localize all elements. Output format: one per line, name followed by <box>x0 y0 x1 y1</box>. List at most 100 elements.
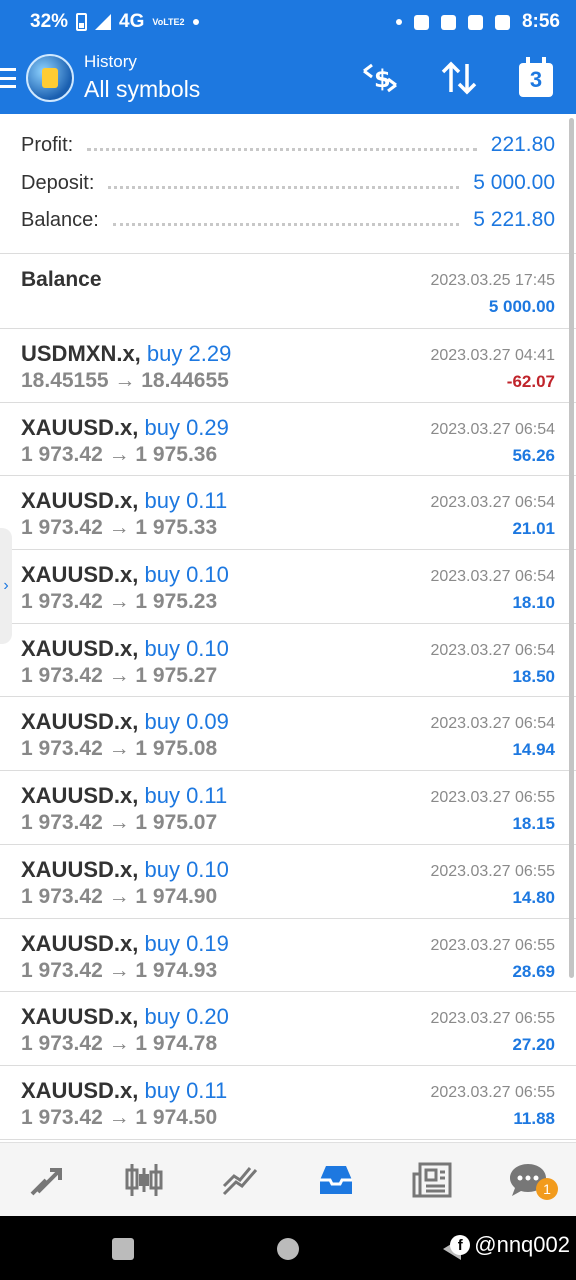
deal-row[interactable]: XAUUSD.x, buy 0.10 1 973.42 → 1 975.23 202… <box>0 550 576 624</box>
deal-title: XAUUSD.x, buy 0.09 <box>21 709 229 735</box>
scrollbar[interactable] <box>569 118 574 978</box>
side-panel-handle[interactable]: › <box>0 528 12 644</box>
deal-row[interactable]: XAUUSD.x, buy 0.10 1 973.42 → 1 975.27 202… <box>0 624 576 698</box>
deal-row[interactable]: XAUUSD.x, buy 0.10 1 973.42 → 1 974.90 202… <box>0 845 576 919</box>
deal-prices: 1 973.42 → 1 974.50 <box>21 1105 218 1129</box>
app-notification-icon <box>413 14 429 30</box>
deal-date: 2023.03.27 06:55 <box>430 1083 555 1101</box>
history-list: Balance 2023.03.25 17:45 5 000.00 USDMXN… <box>0 254 576 1140</box>
leader-dots <box>112 222 460 226</box>
profit-value: 221.80 <box>490 133 555 156</box>
deal-date: 2023.03.27 06:54 <box>430 494 555 512</box>
balance-value: 5 221.80 <box>473 208 555 231</box>
deal-prices: 1 973.42 → 1 975.27 <box>21 663 218 687</box>
app-bar: History All symbols $ 3 <box>0 44 576 114</box>
deal-title: XAUUSD.x, buy 0.19 <box>21 931 229 957</box>
deal-symbol: XAUUSD.x, <box>21 414 139 440</box>
deal-profit: 18.10 <box>512 593 555 613</box>
deal-prices: 1 973.42 → 1 975.36 <box>21 442 218 466</box>
deal-date: 2023.03.27 06:55 <box>430 862 555 880</box>
deal-date: 2023.03.27 06:54 <box>430 641 555 659</box>
operation-date: 2023.03.25 17:45 <box>430 272 555 289</box>
deal-title: USDMXN.x, buy 2.29 <box>21 341 231 367</box>
deal-direction: buy 2.29 <box>146 341 232 366</box>
deal-row[interactable]: XAUUSD.x, buy 0.09 1 973.42 → 1 975.08 202… <box>0 697 576 772</box>
trade-icon <box>30 1167 62 1195</box>
recent-apps-icon[interactable] <box>112 1238 134 1260</box>
deal-date: 2023.03.27 06:55 <box>430 936 555 954</box>
deal-title: XAUUSD.x, buy 0.20 <box>21 1004 229 1030</box>
deal-title: XAUUSD.x, buy 0.11 <box>21 783 227 809</box>
deal-profit: 18.50 <box>512 666 555 686</box>
deal-direction: buy 0.10 <box>144 856 229 882</box>
deal-row[interactable]: XAUUSD.x, buy 0.19 1 973.42 → 1 974.93 202… <box>0 919 576 993</box>
deal-profit: 27.20 <box>512 1035 555 1055</box>
calendar-icon[interactable]: 3 <box>514 56 558 100</box>
deal-title: XAUUSD.x, buy 0.10 <box>21 857 229 883</box>
deal-profit: -62.07 <box>506 372 555 391</box>
balance-operation-row[interactable]: Balance 2023.03.25 17:45 5 000.00 <box>0 254 576 329</box>
home-icon[interactable] <box>277 1238 299 1260</box>
deal-symbol: XAUUSD.x, <box>21 488 139 514</box>
nav-messages[interactable]: 1 <box>480 1143 576 1216</box>
news-icon <box>412 1162 452 1197</box>
deal-direction: buy 0.10 <box>144 562 229 588</box>
deal-date: 2023.03.27 06:54 <box>430 420 555 438</box>
nav-trade-list[interactable] <box>192 1143 288 1216</box>
deal-profit: 11.88 <box>513 1108 555 1128</box>
nav-chart[interactable] <box>96 1143 192 1216</box>
deal-symbol: XAUUSD.x, <box>21 856 139 882</box>
system-navigation-bar: f @nnq002 <box>0 1216 576 1280</box>
app-notification-icon <box>494 14 510 30</box>
battery-icon <box>76 13 88 31</box>
deal-symbol: XAUUSD.x, <box>21 709 139 735</box>
deal-profit: 14.80 <box>512 887 555 907</box>
leader-dots <box>108 185 460 189</box>
deal-direction: buy 0.11 <box>144 1077 228 1103</box>
deal-direction: buy 0.11 <box>144 783 228 809</box>
deal-prices: 18.45155 → 18.44655 <box>21 369 229 392</box>
battery-percent: 32% <box>30 11 69 32</box>
deal-prices: 1 973.42 → 1 974.90 <box>21 884 218 908</box>
sort-icon[interactable] <box>437 56 481 100</box>
deal-profit: 18.15 <box>512 814 555 834</box>
deal-title: XAUUSD.x, buy 0.11 <box>21 1078 227 1104</box>
nav-trade[interactable] <box>0 1143 96 1216</box>
history-inbox-icon <box>320 1165 352 1194</box>
deal-row[interactable]: XAUUSD.x, buy 0.29 1 973.42 → 1 975.36 202… <box>0 403 576 477</box>
app-bar-titles[interactable]: History All symbols <box>84 52 200 103</box>
deal-row[interactable]: XAUUSD.x, buy 0.11 1 973.42 → 1 974.50 202… <box>0 1066 576 1140</box>
facebook-icon: f <box>450 1235 471 1255</box>
deal-direction: buy 0.29 <box>144 414 229 440</box>
notification-dot-icon <box>192 19 199 25</box>
deal-direction: buy 0.20 <box>144 1004 229 1030</box>
deal-symbol: XAUUSD.x, <box>21 1004 139 1030</box>
deal-row[interactable]: XAUUSD.x, buy 0.20 1 973.42 → 1 974.78 202… <box>0 992 576 1066</box>
deal-profit: 21.01 <box>512 519 555 539</box>
deal-profit: 28.69 <box>512 961 555 981</box>
deal-row[interactable]: XAUUSD.x, buy 0.11 1 973.42 → 1 975.07 202… <box>0 771 576 845</box>
facebook-notification-icon <box>467 14 483 30</box>
summary-panel: Profit: 221.80 Deposit: 5 000.00 Balance… <box>0 114 576 254</box>
currency-sort-icon[interactable]: $ <box>358 56 402 100</box>
nav-news[interactable] <box>384 1143 480 1216</box>
deal-row[interactable]: USDMXN.x, buy 2.29 18.45155 → 18.44655 202… <box>0 329 576 403</box>
chevron-right-icon: › <box>3 577 9 594</box>
nav-history[interactable] <box>288 1143 384 1216</box>
deal-symbol: XAUUSD.x, <box>21 562 139 588</box>
deal-row[interactable]: XAUUSD.x, buy 0.11 1 973.42 → 1 975.33 202… <box>0 476 576 551</box>
watermark: f @nnq002 <box>450 1232 570 1258</box>
deal-prices: 1 973.42 → 1 974.93 <box>21 958 218 982</box>
deal-prices: 1 973.42 → 1 975.08 <box>21 737 218 761</box>
menu-icon[interactable] <box>0 68 16 88</box>
deal-date: 2023.03.27 06:54 <box>430 568 555 586</box>
deal-symbol: XAUUSD.x, <box>21 1077 139 1103</box>
deal-title: XAUUSD.x, buy 0.10 <box>21 562 229 588</box>
deal-symbol: XAUUSD.x, <box>21 930 139 956</box>
balance-label: Balance: <box>21 208 99 231</box>
deal-date: 2023.03.27 06:55 <box>430 789 555 807</box>
deal-prices: 1 973.42 → 1 974.78 <box>21 1032 218 1056</box>
leader-dots <box>87 147 477 151</box>
deal-direction: buy 0.19 <box>144 930 229 956</box>
balance-summary-row: Balance: 5 221.80 <box>21 205 555 235</box>
